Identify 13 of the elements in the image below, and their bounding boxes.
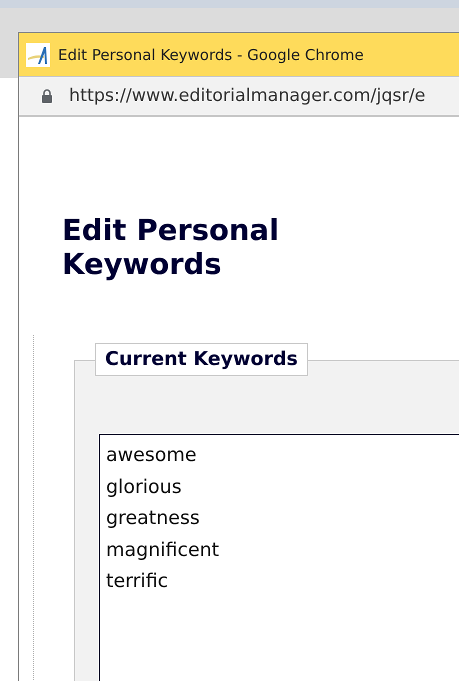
keyword-text: glorious	[106, 474, 182, 500]
page-heading: Edit Personal Keywords	[62, 213, 280, 281]
keyword-text: greatness	[106, 506, 200, 531]
url-text: https://www.editorialmanager.com/jqsr/e	[69, 86, 426, 106]
keyword-text: terrific	[106, 569, 168, 594]
keyword-text: magnificent	[106, 538, 220, 562]
keyword-text: awesome	[106, 443, 197, 468]
keywords-field[interactable]: awesome glorious greatness magnificent terrific	[99, 434, 459, 681]
address-bar[interactable]: https://www.editorialmanager.com/jqsr/e	[19, 77, 459, 117]
lock-icon	[41, 89, 53, 103]
window-title: Edit Personal Keywords - Google Chrome	[58, 46, 364, 64]
logo-icon	[26, 42, 50, 66]
panel-legend: Current Keywords	[95, 343, 308, 376]
